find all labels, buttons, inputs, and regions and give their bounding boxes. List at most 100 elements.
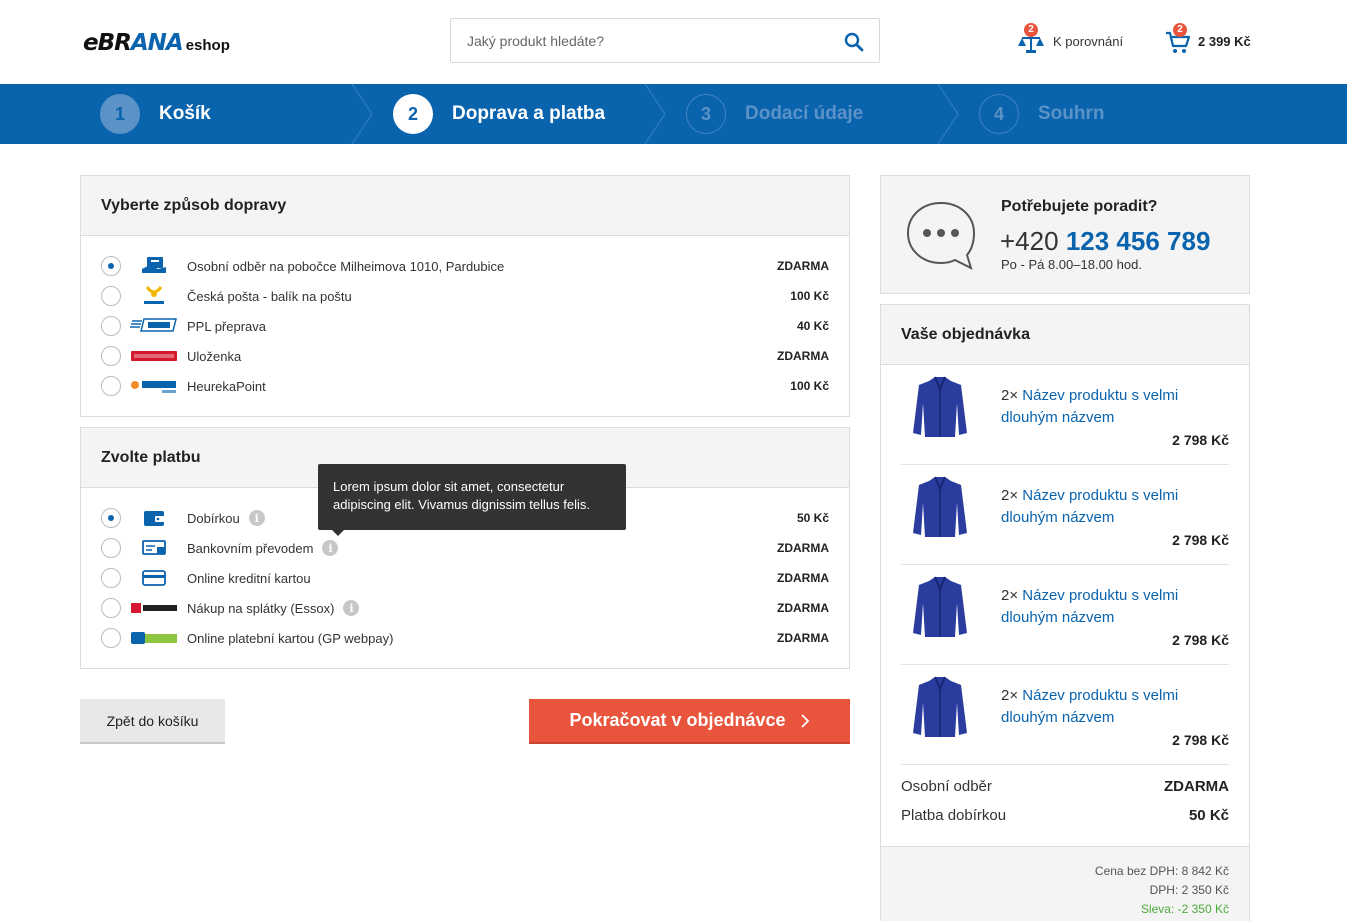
payment-option-price: ZDARMA: [777, 571, 829, 585]
radio-button[interactable]: [101, 508, 121, 528]
shipping-option-ppl[interactable]: PPL přeprava 40 Kč: [101, 311, 829, 341]
payment-option-label: Online platební kartou (GP webpay): [187, 630, 394, 646]
step-delivery-details[interactable]: 3 Dodací údaje: [686, 84, 863, 144]
shipping-option-label: Česká pošta - balík na poštu: [187, 288, 352, 304]
step-label: Doprava a platba: [452, 103, 606, 124]
step-number: 3: [686, 94, 726, 134]
step-number: 1: [100, 94, 140, 134]
step-number: 4: [979, 94, 1019, 134]
radio-button[interactable]: [101, 376, 121, 396]
vat-amount: DPH: 2 350 Kč: [1149, 883, 1229, 897]
store-pickup-icon: [130, 255, 178, 277]
cart-total: 2 399 Kč: [1198, 33, 1251, 49]
payment-option-credit-card[interactable]: Online kreditní kartou ZDARMA: [101, 563, 829, 593]
product-link[interactable]: Název produktu s velmi dlouhým názvem: [1001, 387, 1178, 426]
order-item-price: 2 798 Kč: [1172, 432, 1229, 448]
order-item-price: 2 798 Kč: [1172, 732, 1229, 748]
logo-suffix: eshop: [185, 37, 230, 54]
order-summary: Vaše objednávka 2× Název produktu s velm…: [880, 304, 1250, 921]
radio-button[interactable]: [101, 286, 121, 306]
help-phone[interactable]: +420 123 456 789: [1000, 226, 1210, 257]
payment-option-label: Dobírkou: [187, 510, 240, 526]
shipping-option-price: 40 Kč: [796, 319, 829, 333]
product-jacket-image[interactable]: [909, 475, 971, 541]
help-box: Potřebujete poradit? +420 123 456 789 Po…: [880, 175, 1250, 294]
shipping-option-price: 100 Kč: [790, 289, 829, 303]
product-link[interactable]: Název produktu s velmi dlouhým názvem: [1001, 687, 1178, 726]
payment-option-price: 50 Kč: [796, 511, 829, 525]
eshop-logo[interactable]: eBRANA eshop: [83, 30, 230, 56]
step-label: Košík: [159, 103, 211, 124]
payment-option-essox[interactable]: Nákup na splátky (Essox) i ZDARMA: [101, 593, 829, 623]
site-header: eBRANA eshop 2 K porovnání: [0, 0, 1347, 84]
order-shipping-label: Osobní odběr: [901, 778, 992, 795]
product-jacket-image[interactable]: [909, 575, 971, 641]
product-link[interactable]: Název produktu s velmi dlouhým názvem: [1001, 587, 1178, 626]
order-item-name: 2× Název produktu s velmi dlouhým názvem: [1001, 387, 1179, 426]
cart-link[interactable]: 2 2 399 Kč: [1165, 23, 1251, 56]
help-hours: Po - Pá 8.00–18.00 hod.: [1001, 257, 1142, 272]
heurekapoint-logo: [130, 375, 178, 397]
search-box: [450, 18, 880, 63]
gp-webpay-logo: [130, 627, 178, 649]
info-icon[interactable]: i: [322, 540, 339, 556]
order-item: 2× Název produktu s velmi dlouhým názvem…: [901, 665, 1229, 765]
payment-option-price: ZDARMA: [777, 541, 829, 555]
compare-count-badge: 2: [1024, 23, 1038, 37]
shipping-option-ulozenka[interactable]: Uloženka ZDARMA: [101, 341, 829, 371]
wallet-icon: [130, 507, 178, 529]
order-item-price: 2 798 Kč: [1172, 632, 1229, 648]
search-button[interactable]: [843, 31, 865, 53]
radio-button[interactable]: [101, 346, 121, 366]
shipping-option-heurekapoint[interactable]: HeurekaPoint 100 Kč: [101, 371, 829, 401]
payment-option-gp-webpay[interactable]: Online platební kartou (GP webpay) ZDARM…: [101, 623, 829, 653]
payment-option-price: ZDARMA: [777, 631, 829, 645]
radio-button[interactable]: [101, 598, 121, 618]
compare-link[interactable]: 2 K porovnání: [1017, 23, 1123, 56]
essox-logo: [130, 597, 178, 619]
radio-button[interactable]: [101, 568, 121, 588]
ulozenka-logo: [130, 345, 178, 367]
checkout-steps: 1 Košík 2 Doprava a platba 3 Dodací údaj…: [0, 84, 1347, 144]
radio-button[interactable]: [101, 256, 121, 276]
info-icon[interactable]: i: [248, 510, 265, 526]
product-jacket-image[interactable]: [909, 375, 971, 441]
shipping-option-pickup[interactable]: Osobní odběr na pobočce Milheimova 1010,…: [101, 251, 829, 281]
payment-option-label: Bankovním převodem: [187, 540, 314, 556]
ppl-logo: [130, 315, 178, 337]
payment-option-bank-transfer[interactable]: Bankovním převodem i ZDARMA: [101, 533, 829, 563]
continue-order-button[interactable]: Pokračovat v objednávce: [529, 699, 850, 744]
help-title: Potřebujete poradit?: [1001, 198, 1158, 215]
step-shipping-payment[interactable]: 2 Doprava a platba: [393, 84, 605, 144]
order-item-name: 2× Název produktu s velmi dlouhým názvem: [1001, 687, 1179, 726]
step-cart[interactable]: 1 Košík: [100, 84, 211, 144]
shipping-option-ceska-posta[interactable]: Česká pošta - balík na poštu 100 Kč: [101, 281, 829, 311]
step-divider-icon: [937, 84, 959, 144]
radio-button[interactable]: [101, 316, 121, 336]
payment-option-label: Nákup na splátky (Essox): [187, 600, 335, 616]
info-tooltip: Lorem ipsum dolor sit amet, consectetur …: [318, 464, 626, 536]
radio-button[interactable]: [101, 538, 121, 558]
shipping-option-price: ZDARMA: [777, 259, 829, 273]
cart-count-badge: 2: [1173, 23, 1187, 37]
step-summary[interactable]: 4 Souhrn: [979, 84, 1105, 144]
order-title: Vaše objednávka: [881, 305, 1249, 365]
order-shipping-row: Osobní odběr ZDARMA: [901, 778, 1229, 800]
order-item-price: 2 798 Kč: [1172, 532, 1229, 548]
order-item: 2× Název produktu s velmi dlouhým názvem…: [901, 465, 1229, 565]
info-icon[interactable]: i: [343, 600, 360, 616]
shipping-option-label: PPL přeprava: [187, 318, 267, 334]
search-input[interactable]: [467, 31, 827, 51]
payment-option-price: ZDARMA: [777, 601, 829, 615]
shipping-title: Vyberte způsob dopravy: [81, 176, 849, 236]
cart-icon-wrap: 2: [1165, 23, 1191, 55]
discount-amount: Sleva: -2 350 Kč: [1140, 902, 1229, 916]
product-jacket-image[interactable]: [909, 675, 971, 741]
back-to-cart-button[interactable]: Zpět do košíku: [80, 699, 225, 744]
shipping-option-label: Osobní odběr na pobočce Milheimova 1010,…: [187, 258, 505, 274]
order-item: 2× Název produktu s velmi dlouhým názvem…: [901, 365, 1229, 465]
payment-option-label: Online kreditní kartou: [187, 570, 311, 586]
product-link[interactable]: Název produktu s velmi dlouhým názvem: [1001, 487, 1178, 526]
step-label: Dodací údaje: [745, 103, 864, 124]
radio-button[interactable]: [101, 628, 121, 648]
